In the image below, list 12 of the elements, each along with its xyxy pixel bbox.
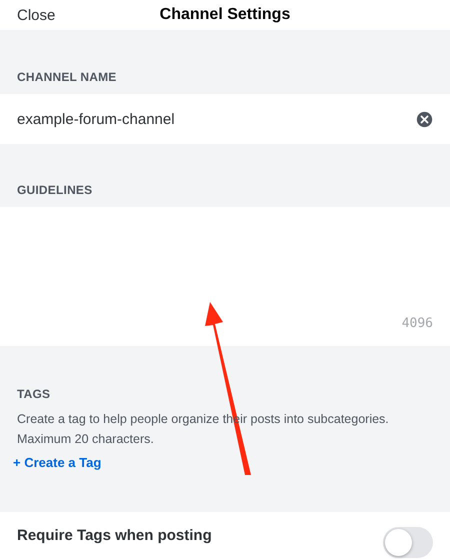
setting-label: Require Tags when posting [17, 527, 212, 544]
character-counter: 4096 [402, 316, 433, 331]
create-tag-link[interactable]: + Create a Tag [0, 449, 114, 470]
channel-name-field[interactable]: example-forum-channel [0, 94, 450, 144]
close-button[interactable]: Close [17, 6, 56, 24]
section-label: TAGS [16, 386, 52, 403]
clear-icon[interactable] [416, 110, 433, 128]
section-label: CHANNEL NAME [16, 69, 118, 86]
require-tags-toggle[interactable] [383, 527, 433, 558]
section-label: GUIDELINES [16, 182, 94, 199]
screen-title: Channel Settings [160, 6, 290, 24]
channel-name-input[interactable]: example-forum-channel [17, 110, 416, 128]
